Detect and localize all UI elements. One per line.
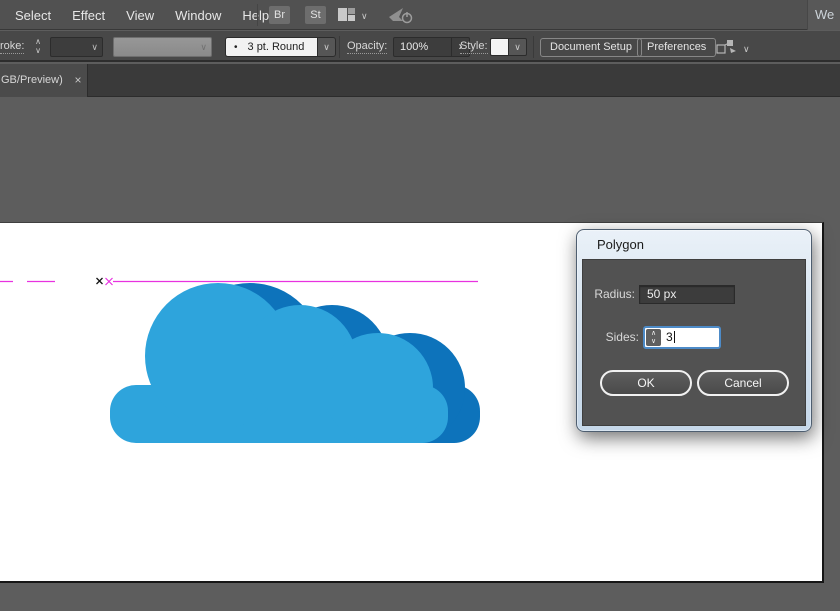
brush-definition-text: 3 pt. Round [247,41,305,53]
brush-definition-value[interactable]: • 3 pt. Round [225,37,317,57]
stepper-up-icon[interactable]: ∧ [35,37,41,46]
preferences-button[interactable]: Preferences [637,38,717,57]
document-setup-button[interactable]: Document Setup [540,38,642,57]
stroke-weight-dropdown[interactable]: ∨ [50,37,103,57]
menu-window[interactable]: Window [175,8,221,23]
anchor-x-marker-icon [96,277,103,285]
radius-label: Radius: [594,287,635,301]
stepper-down-icon[interactable]: ∨ [35,46,41,55]
stock-button[interactable]: St [305,6,326,24]
arrange-documents-icon[interactable] [338,8,355,21]
chevron-down-icon: ∨ [514,42,521,52]
chevron-down-icon: ∨ [200,42,207,52]
menu-view[interactable]: View [126,8,154,23]
menu-help[interactable]: Help [242,8,269,23]
bridge-button[interactable]: Br [269,6,290,24]
brush-definition-chevron[interactable]: ∨ [317,37,336,57]
controlbar-divider [533,36,534,58]
menubar-divider [257,4,258,26]
menu-effect[interactable]: Effect [72,8,105,23]
document-tab-label: GB/Preview) [1,74,63,86]
transform-options-icon[interactable] [716,39,738,55]
document-tab[interactable]: GB/Preview) × [0,64,88,97]
menu-bar: Select Effect View Window Help Br St ∨ W… [0,0,840,30]
workspace-switcher[interactable]: We [807,0,840,30]
chevron-down-icon: ∨ [323,42,330,52]
text-caret [673,331,675,343]
radius-input[interactable]: 50 px [639,285,735,304]
stroke-label[interactable]: roke: [0,40,25,54]
opacity-label[interactable]: Opacity: [347,40,388,54]
sides-control: ∧ ∨ 3 [643,326,721,349]
sides-input[interactable]: 3 [662,328,719,347]
brush-definition-combo: • 3 pt. Round ∨ [225,37,336,57]
sides-value: 3 [666,330,673,344]
stroke-weight-stepper[interactable]: ∧ ∨ [31,37,45,56]
tab-close-icon[interactable]: × [71,64,85,97]
graphic-style-swatch[interactable] [490,38,509,56]
control-bar: roke: ∧ ∨ ∨ ∨ • 3 pt. Round ∨ Opacity: 1… [0,31,840,62]
graphic-style-chevron[interactable]: ∨ [509,38,527,56]
brush-preview-dot-icon: • [234,41,238,53]
chevron-down-icon[interactable]: ∨ [91,43,98,52]
share-power-icon[interactable] [387,5,413,25]
dialog-title: Polygon [597,237,644,252]
ok-button[interactable]: OK [600,370,692,396]
menu-select[interactable]: Select [15,8,51,23]
sides-stepper[interactable]: ∧ ∨ [646,329,661,346]
stepper-up-icon[interactable]: ∧ [651,330,656,338]
style-label[interactable]: Style: [460,40,488,54]
opacity-value[interactable]: 100% [394,38,451,56]
transform-options-chevron-icon[interactable]: ∨ [743,44,750,55]
stepper-down-icon[interactable]: ∨ [651,338,656,346]
cancel-button[interactable]: Cancel [697,370,789,396]
illustrator-window: Select Effect View Window Help Br St ∨ W… [0,0,840,611]
document-tab-bar: GB/Preview) × [0,64,840,97]
variable-width-profile-dropdown[interactable]: ∨ [113,37,212,57]
dialog-body: Radius: 50 px Sides: ∧ ∨ 3 OK Cancel [582,259,806,426]
opacity-control: 100% › [393,37,470,57]
arrange-documents-chevron-icon[interactable]: ∨ [361,11,368,22]
menu-items: Select Effect View Window Help [15,0,269,30]
sides-label: Sides: [605,330,639,344]
polygon-dialog: Polygon Radius: 50 px Sides: ∧ ∨ 3 OK Ca… [576,229,812,432]
controlbar-divider [339,36,340,58]
